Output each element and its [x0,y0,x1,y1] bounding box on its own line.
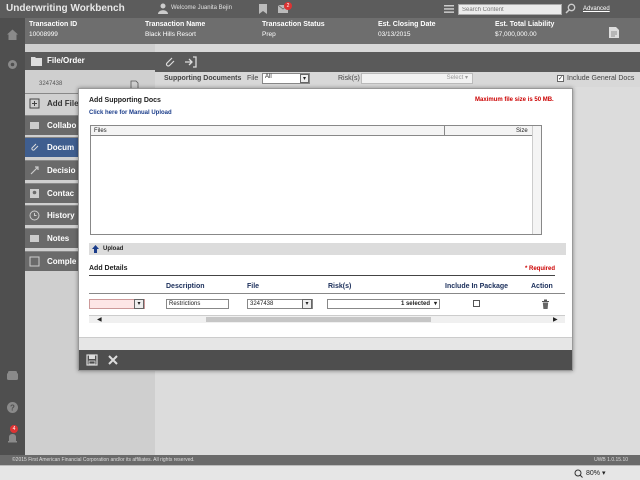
decisions-icon [30,166,39,175]
size-column-header: Size [516,128,528,134]
include-general-docs-label: Include General Docs [567,75,635,82]
phone-icon[interactable] [6,369,19,382]
dialog-title: Add Supporting Docs [89,97,161,104]
complete-icon [29,256,40,267]
alert-count-badge: 4 [10,425,18,433]
add-supporting-docs-dialog: Add Supporting Docs Maximum file size is… [78,88,573,371]
add-file-icon [29,98,40,109]
files-table-header: Files Size [91,126,532,136]
save-icon[interactable] [86,354,98,366]
file-filter-select[interactable]: All ▾ [262,73,310,84]
details-scrollbar[interactable]: ◀ ▶ [89,315,565,323]
document-icon[interactable] [608,26,620,39]
clock-icon [29,210,40,221]
include-column-header: Include In Package [445,283,509,290]
supporting-docs-bar: Supporting Documents File All ▾ Risk(s) … [155,72,640,87]
risk-filter-select[interactable]: Select ▾ [361,73,473,84]
import-icon[interactable] [184,56,197,68]
mail-count-badge: 2 [284,2,292,10]
upload-arrow-icon [92,245,99,253]
menu-icon[interactable] [444,5,454,13]
scroll-right-arrow[interactable]: ▶ [553,316,558,323]
files-table[interactable]: Files Size [90,125,542,235]
zoom-level[interactable]: 80% ▾ [586,469,605,477]
search-input[interactable] [458,4,562,15]
manual-upload-link[interactable]: Click here for Manual Upload [89,110,172,116]
include-in-package-checkbox[interactable] [473,300,480,307]
copyright: ©2015 First American Financial Corporati… [12,457,195,463]
advanced-search-link[interactable]: Advanced [583,6,610,12]
document-toolbar [155,52,640,72]
est-closing-date: Est. Closing Date 03/13/2015 [378,21,436,38]
files-column-header: Files [94,128,107,134]
notes-icon [30,235,39,242]
trash-icon[interactable] [541,299,550,309]
scroll-thumb[interactable] [206,317,431,322]
home-icon[interactable] [6,28,19,41]
transaction-status: Transaction Status Prep [262,21,325,38]
transaction-name: Transaction Name Black Hills Resort [145,21,206,38]
file-id: 3247438 [39,81,63,87]
transaction-id: Transaction ID 10008999 [29,21,78,38]
est-total-liability: Est. Total Liability $7,000,000.00 [495,21,555,38]
risks-select[interactable]: 1 selected ▾ [327,299,440,309]
browser-status-bar: 80% ▾ [0,465,640,480]
supporting-docs-title: Supporting Documents [164,75,242,82]
paperclip-icon [31,143,39,151]
version: UWB 1.0.15.10 [594,457,628,463]
files-scrollbar[interactable] [532,126,541,234]
top-bar: Underwriting Workbench Welcome Juanita B… [0,0,640,18]
search-icon[interactable] [565,3,576,14]
chevron-down-icon: ▾ [300,74,309,83]
contacts-icon [30,189,39,198]
chevron-down-icon: ▾ [134,299,144,309]
folder-icon [31,57,42,66]
action-column-header: Action [531,283,553,290]
include-general-docs-checkbox[interactable]: ✓ [557,75,564,82]
bookmark-icon[interactable] [259,4,267,14]
risks-column-header: Risk(s) [328,283,352,290]
file-order-header[interactable]: File/Order [25,52,155,70]
chevron-down-icon: ▾ [302,299,312,309]
help-icon[interactable]: ? [6,401,19,414]
description-column-header: Description [166,283,205,290]
scroll-left-arrow[interactable]: ◀ [97,316,102,323]
welcome-text: Welcome Juanita Bejin [171,5,232,11]
svg-text:?: ? [10,403,15,412]
upload-button[interactable]: Upload [89,243,566,255]
file-filter-label: File [247,75,259,82]
document-type-select[interactable]: ▾ [89,299,145,309]
attach-icon[interactable] [164,56,176,68]
left-rail: ? 4 [0,18,25,455]
app-title: Underwriting Workbench [6,3,125,14]
file-select[interactable]: 3247438 ▾ [247,299,313,309]
file-column-header: File [247,283,260,290]
max-file-size-note: Maximum file size is 50 MB. [475,97,554,103]
collaboration-icon [30,122,39,129]
required-note: * Required [525,266,556,272]
gear-icon[interactable] [6,58,19,71]
chevron-down-icon: ▾ [433,301,437,307]
close-icon[interactable] [107,354,119,366]
footer: ©2015 First American Financial Corporati… [0,455,640,465]
transaction-header: Transaction ID 10008999 Transaction Name… [25,18,640,44]
dialog-footer [79,350,572,370]
description-input[interactable]: Restrictions [166,299,229,309]
zoom-icon[interactable] [574,469,583,478]
user-icon[interactable] [158,3,168,14]
add-details-title: Add Details [89,265,128,272]
risk-filter-label: Risk(s) [338,75,360,82]
